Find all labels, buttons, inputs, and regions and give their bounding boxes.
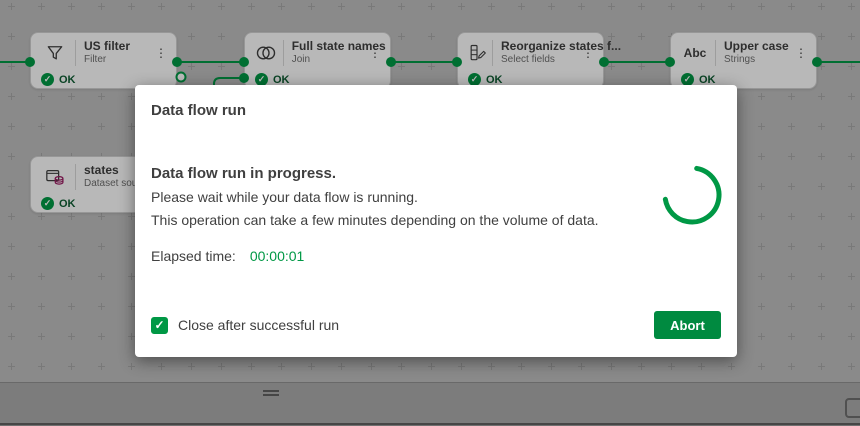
close-after-run-checkbox[interactable]: ✓ [151, 317, 168, 334]
elapsed-time-value: 00:00:01 [250, 248, 305, 264]
progress-text-2: This operation can take a few minutes de… [151, 212, 721, 228]
dataflow-editor-screen: US filter Filter ⋮ ✓ OK Full state names… [0, 0, 860, 426]
abort-button[interactable]: Abort [654, 311, 721, 339]
progress-spinner-icon [659, 162, 725, 228]
close-after-run-option[interactable]: ✓ Close after successful run [151, 317, 339, 334]
progress-text-1: Please wait while your data flow is runn… [151, 189, 721, 205]
elapsed-time-label: Elapsed time: [151, 248, 236, 264]
dialog-title: Data flow run [151, 102, 721, 119]
dataflow-run-dialog: Data flow run Data flow run in progress.… [135, 85, 737, 357]
close-after-run-label: Close after successful run [178, 317, 339, 333]
progress-heading: Data flow run in progress. [151, 165, 721, 182]
